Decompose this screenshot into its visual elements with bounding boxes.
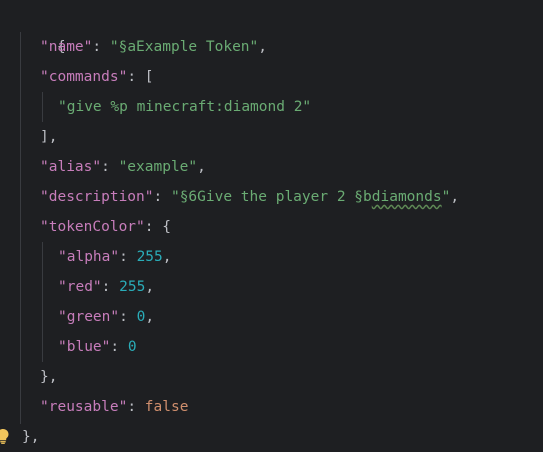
json-string: "give %p minecraft:diamond 2" <box>58 99 312 115</box>
json-key: "name" <box>40 39 93 55</box>
close-brace: }, <box>22 429 40 445</box>
code-line: "blue": 0 <box>58 339 137 355</box>
json-key: "commands" <box>40 69 128 85</box>
lightbulb-icon[interactable] <box>0 428 10 444</box>
array-close: ], <box>40 129 58 145</box>
code-line: "green": 0, <box>58 309 155 325</box>
code-line: ], <box>40 122 57 152</box>
code-line: "description": "§6Give the player 2 §bdi… <box>40 189 460 205</box>
code-line: "alpha": 255, <box>58 249 172 265</box>
indent-guide <box>42 92 43 122</box>
code-line: "commands": [ <box>40 69 154 85</box>
code-line: "give %p minecraft:diamond 2" <box>58 92 311 122</box>
json-key: "reusable" <box>40 399 128 415</box>
json-number: 255 <box>119 279 146 295</box>
code-line: { <box>22 2 66 55</box>
json-number: 0 <box>127 339 137 355</box>
code-line: "name": "§aExample Token", <box>40 39 267 55</box>
object-open: { <box>162 219 171 235</box>
json-number: 255 <box>136 249 163 265</box>
indent-guide <box>42 242 43 362</box>
code-line: "tokenColor": { <box>40 219 171 235</box>
json-key: "alpha" <box>58 249 120 265</box>
json-string: "§6Give the player 2 §b <box>170 189 372 205</box>
code-line: }, <box>40 362 57 392</box>
code-line: "alias": "example", <box>40 159 206 175</box>
code-line: }, <box>22 422 39 452</box>
spelling-typo[interactable]: diamonds <box>372 189 442 205</box>
json-key: "blue" <box>58 339 111 355</box>
object-close: }, <box>40 369 58 385</box>
code-line: "reusable": false <box>40 399 189 415</box>
json-key: "tokenColor" <box>40 219 145 235</box>
json-boolean: false <box>144 399 189 415</box>
code-editor[interactable]: { "name": "§aExample Token", "commands":… <box>0 0 543 447</box>
json-key: "red" <box>58 279 102 295</box>
json-number: 0 <box>136 309 146 325</box>
json-string: "example" <box>118 159 198 175</box>
indent-guide <box>20 32 21 424</box>
json-key: "green" <box>58 309 120 325</box>
json-string: "§aExample Token" <box>109 39 259 55</box>
json-key: "alias" <box>40 159 102 175</box>
json-key: "description" <box>40 189 154 205</box>
array-open: [ <box>144 69 154 85</box>
code-line: "red": 255, <box>58 279 155 295</box>
